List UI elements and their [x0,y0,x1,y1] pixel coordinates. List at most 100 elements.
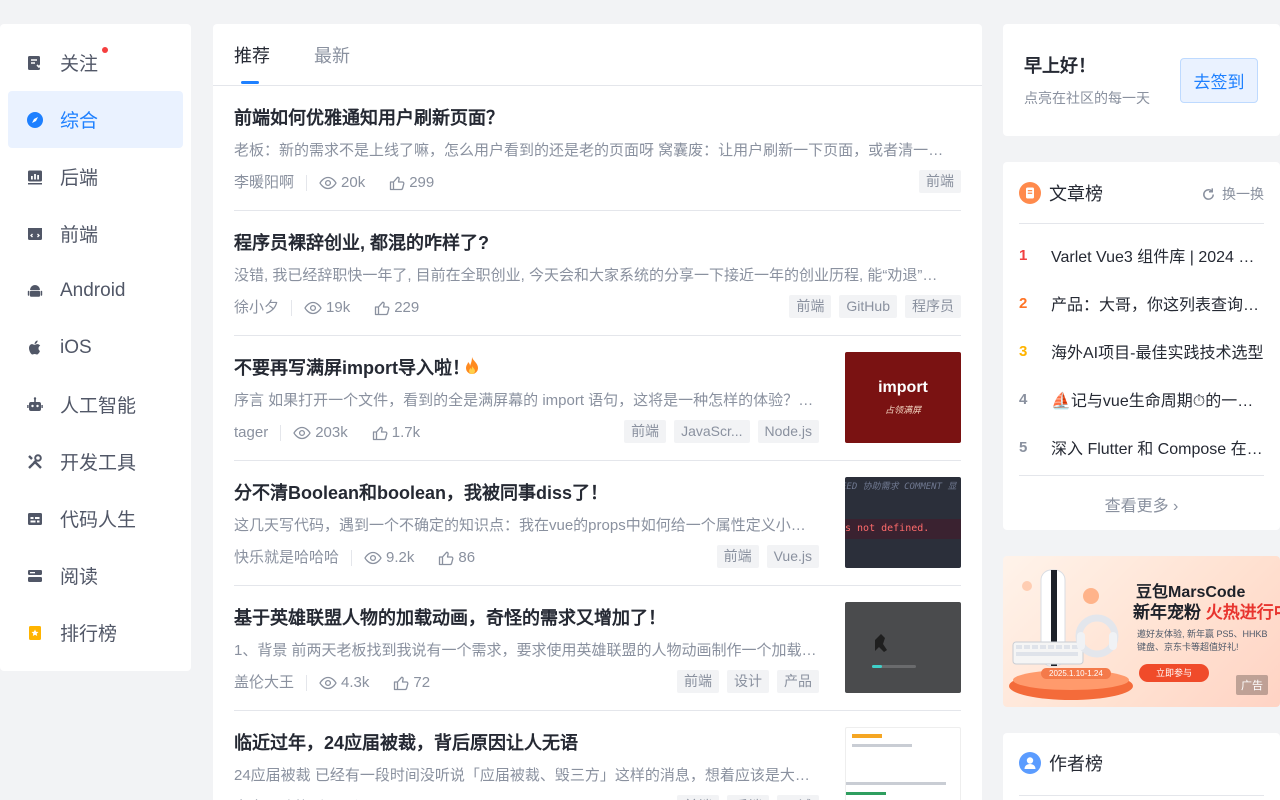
article-tag[interactable]: 前端 [716,545,759,568]
article-author[interactable]: 李暖阳啊 [234,174,308,191]
article-tag[interactable]: 前端 [677,795,719,800]
article-author[interactable]: 盖伦大王 [234,674,308,691]
tools-icon [26,453,44,471]
nav-item-0[interactable]: 关注 [8,34,183,91]
like-count[interactable]: 1.7k [372,424,420,441]
article-tag[interactable]: 程序员 [905,295,961,318]
article-entry[interactable]: 临近过年，24应届被裁，背后原因让人无语 24应届被裁 已经有一段时间没听说「应… [234,711,961,800]
article-entry[interactable]: 程序员裸辞创业, 都混的咋样了? 没错, 我已经辞职快一年了, 目前在全职创业,… [234,211,961,336]
article-tag[interactable]: 面试 [777,795,819,800]
article-tag[interactable]: Node.js [757,420,819,443]
article-tag[interactable]: 前端 [624,420,667,443]
article-entry[interactable]: 分不清Boolean和boolean，我被同事diss了！ 这几天写代码，遇到一… [234,461,961,586]
tab-recommend[interactable]: 推荐 [234,24,270,85]
ad-slogan-hot: 火热进行中 [1205,603,1280,622]
article-thumbnail[interactable] [845,602,961,693]
article-thumbnail[interactable]: EED 协助需求 COMMENT 显 s not defined. [845,477,961,568]
article-thumbnail[interactable]: import 占领满屏 [845,352,961,443]
likes-icon [390,176,405,190]
compass-icon [26,111,44,129]
article-title[interactable]: 不要再写满屏import导入啦！ [234,354,470,380]
view-count: 20k [319,174,365,191]
like-count[interactable]: 86 [438,549,475,566]
ad-cta-button[interactable]: 立即参与 [1139,664,1209,682]
tab-latest[interactable]: 最新 [314,24,350,85]
article-tag[interactable]: 前端 [919,170,961,193]
nav-item-3[interactable]: 前端 [8,205,183,262]
rank-item-title: 产品：大哥，你这列表查询有点问题啊！ [1051,297,1264,314]
article-tag[interactable]: 前端 [677,670,719,693]
article-tag[interactable]: Vue.js [766,545,819,568]
refresh-button[interactable]: 换一换 [1201,184,1264,204]
nav-item-4[interactable]: Android [8,262,183,319]
rank-item[interactable]: 4 ⛵记与vue生命周期⏱的一次邂逅 [1019,387,1264,411]
article-entry[interactable]: 不要再写满屏import导入啦！ 序言 如果打开一个文件，看到的全是满屏幕的 i… [234,336,961,461]
author-rank-title: 作者榜 [1049,754,1103,774]
rank-number: 3 [1019,342,1028,360]
rank-title: 文章榜 [1049,184,1103,204]
nav-item-label: 关注 [60,54,99,75]
article-tag[interactable]: 设计 [727,670,769,693]
like-count[interactable]: 299 [389,174,434,191]
rank-item[interactable]: 3 海外AI项目-最佳实践技术选型 [1019,339,1264,363]
article-title[interactable]: 前端如何优雅通知用户刷新页面？ [234,104,504,130]
article-tags: 前端 [911,170,961,193]
article-entry[interactable]: 前端如何优雅通知用户刷新页面？ 老板：新的需求不是上线了嘛，怎么用户看到的还是老… [234,86,961,211]
rank-number: 2 [1019,294,1028,312]
rank-item-title: 海外AI项目-最佳实践技术选型 [1051,345,1264,362]
ranking-icon [26,624,44,642]
like-count-value: 1.7k [391,424,421,441]
divider [1019,223,1264,224]
greeting-subtitle: 点亮在社区的每一天 [1024,90,1150,106]
android-icon [26,282,44,300]
views-icon [293,426,311,439]
reading-icon [26,567,44,585]
nav-item-6[interactable]: 人工智能 [8,376,183,433]
article-author[interactable]: tager [234,424,282,441]
article-tag[interactable]: 后端 [727,795,769,800]
article-tags: 前端 Vue.js [709,545,819,568]
likes-icon [439,551,454,565]
article-tag[interactable]: 前端 [789,295,832,318]
article-author[interactable]: 徐小夕 [234,299,293,316]
nav-item-2[interactable]: 后端 [8,148,183,205]
rank-item[interactable]: 2 产品：大哥，你这列表查询有点问题啊！ [1019,291,1264,315]
article-title[interactable]: 基于英雄联盟人物的加载动画，奇怪的需求又增加了！ [234,604,666,630]
backend-icon [26,168,44,186]
article-entry[interactable]: 基于英雄联盟人物的加载动画，奇怪的需求又增加了！ 1、背景 前两天老板找到我说有… [234,586,961,711]
nav-item-7[interactable]: 开发工具 [8,433,183,490]
article-tag[interactable]: 产品 [777,670,819,693]
article-title[interactable]: 临近过年，24应届被裁，背后原因让人无语 [234,729,578,755]
article-title[interactable]: 分不清Boolean和boolean，我被同事diss了！ [234,479,608,505]
view-more-label: 查看更多 [1104,498,1169,515]
likes-icon [372,426,388,440]
rank-item[interactable]: 5 深入 Flutter 和 Compose 在 UI 渲染上的差异 [1019,435,1264,459]
nav-item-5[interactable]: iOS [8,319,183,376]
view-count-value: 203k [315,424,348,441]
article-author[interactable]: 快乐就是哈哈哈 [234,549,353,566]
article-rank-icon [1019,182,1041,204]
nav-item-8[interactable]: 代码人生 [8,490,183,547]
article-tag[interactable]: GitHub [839,295,897,318]
ad-banner[interactable]: 2025.1.10-1.24 豆包MarsCode 新年宠粉 火热进行中 邀好友… [1003,556,1280,707]
nav-item-10[interactable]: 排行榜 [8,604,183,661]
nav-item-label: 前端 [60,225,99,246]
article-thumbnail[interactable] [845,727,961,800]
nav-item-9[interactable]: 阅读 [8,547,183,604]
fire-icon [466,357,478,374]
ad-badge: 广告 [1236,675,1268,695]
like-count[interactable]: 229 [374,299,419,316]
signin-button[interactable]: 去签到 [1180,58,1258,103]
nav-item-1[interactable]: 综合 [8,91,183,148]
article-title[interactable]: 程序员裸辞创业, 都混的咋样了? [234,229,489,255]
like-count[interactable]: 72 [393,674,430,691]
rank-item[interactable]: 1 Varlet Vue3 组件库 | 2024 迟到的年度总结 [1019,243,1264,267]
article-meta: 李暖阳啊 20k 299 [234,174,458,191]
view-more-link[interactable]: 查看更多 › [1003,492,1280,516]
frontend-icon [26,225,44,243]
article-abstract: 24应届被裁 已经有一段时间没听说「应届被裁、毁三方」这样的消息，想着应该是大环… [234,767,818,784]
nav-item-label: iOS [60,336,92,358]
article-tags: 前端 设计 产品 [669,670,819,693]
feed-tabs: 推荐 最新 [213,24,982,86]
article-tag[interactable]: JavaScr... [674,420,750,443]
